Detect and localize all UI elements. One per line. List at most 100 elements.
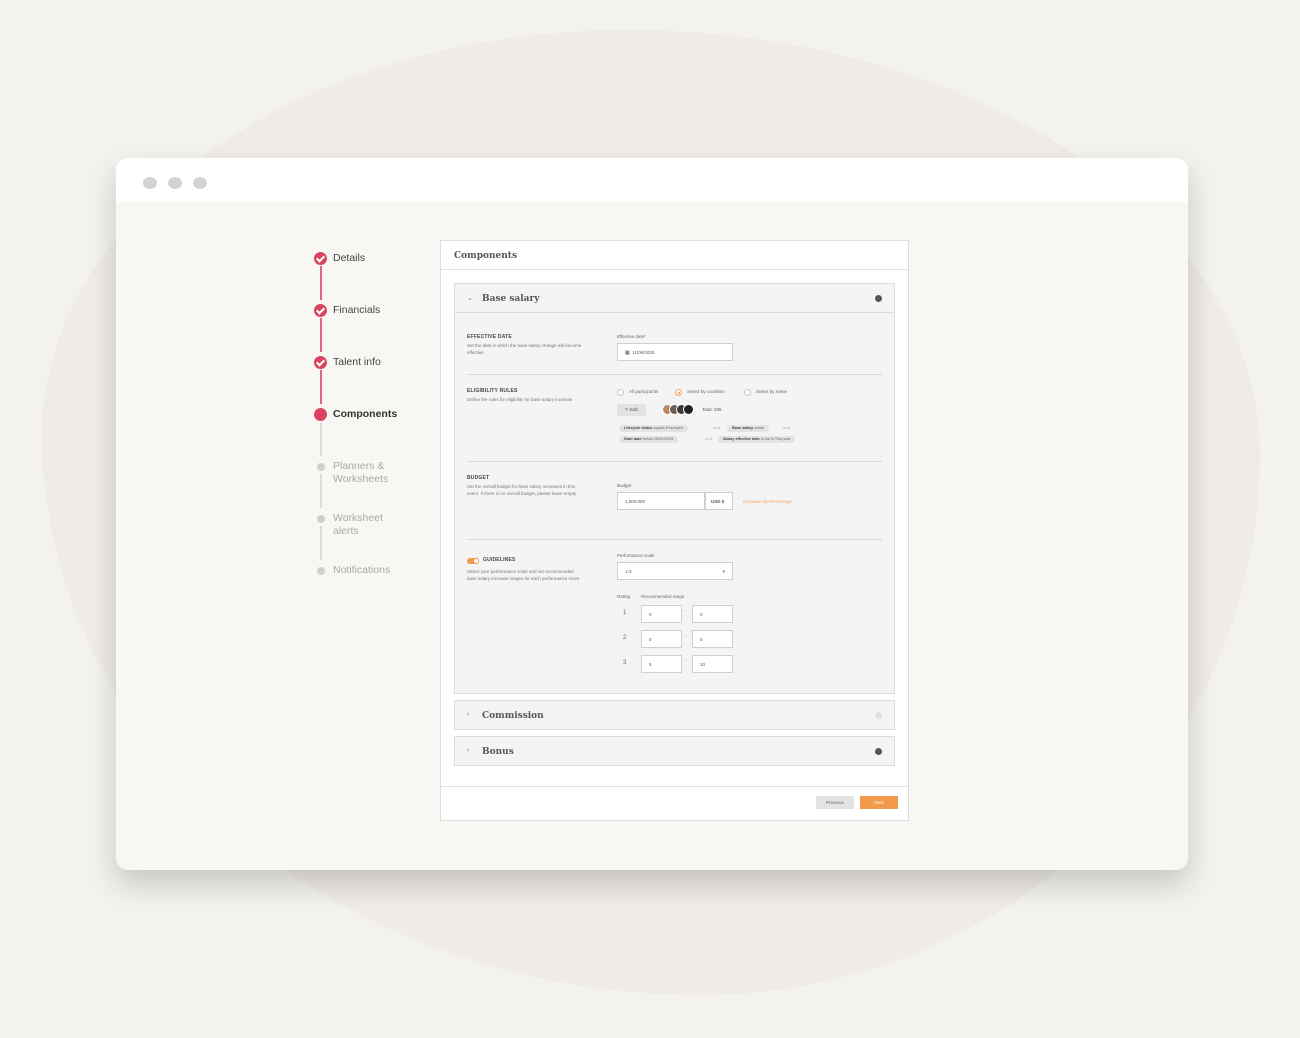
currency-addon: USD $ (705, 492, 733, 510)
edit-rules-button[interactable]: ✎ Edit (617, 404, 646, 416)
row-divider (467, 461, 882, 462)
guidelines-toggle[interactable] (467, 558, 479, 564)
field-label: Performance scale (617, 553, 655, 558)
step-label: Worksheet alerts (333, 512, 383, 537)
step-label: Financials (333, 304, 381, 316)
check-icon (314, 252, 327, 265)
step-label: Details (333, 252, 366, 264)
row-description: Set the overall budget for base salary i… (467, 484, 577, 496)
radio-icon (744, 389, 751, 396)
step-label: Notifications (333, 564, 391, 576)
active-step-icon (314, 408, 327, 421)
condition-chip[interactable]: Start date before 05/01/2025 (619, 436, 679, 443)
base-salary-header[interactable]: ⌄ Base salary (455, 284, 894, 312)
rating-value: 3 (623, 660, 627, 666)
radio-icon (617, 389, 624, 396)
commission-section[interactable]: › Commission (454, 700, 895, 730)
next-button[interactable]: Next (860, 796, 898, 809)
range-dash: - (685, 658, 687, 664)
range-min-input[interactable]: 5 (641, 655, 682, 673)
guidelines-controls: Performance scale 1-3 ▾ Rating Recommend… (617, 553, 887, 677)
calendar-icon: ▦ (625, 350, 630, 356)
pending-step-icon (317, 567, 325, 575)
components-card: Components ⌄ Base salary EFFECTIVE DATE … (440, 240, 909, 821)
step-planners-worksheets[interactable]: Planners & Worksheets (314, 458, 434, 488)
section-title: Bonus (482, 747, 514, 757)
calculate-by-percentage-link[interactable]: Calculate by Percentage (743, 499, 792, 504)
effective-date-input[interactable]: ▦ 11/06/2025 (617, 343, 733, 361)
condition-chip[interactable]: Lifecycle status equals Employed (619, 425, 688, 432)
status-complete-icon (875, 295, 882, 302)
row-description: Select your performance scale and set re… (467, 569, 580, 581)
row-divider (467, 539, 882, 540)
range-max-input[interactable]: 5 (692, 630, 733, 648)
check-icon (314, 356, 327, 369)
range-dash: - (685, 608, 687, 614)
pending-step-icon (317, 463, 325, 471)
rating-column-label: Rating (617, 594, 631, 599)
step-details[interactable]: Details (314, 250, 434, 280)
step-financials[interactable]: Financials (314, 302, 434, 332)
footer-divider (441, 786, 908, 787)
range-column-label: Recommended range (641, 594, 685, 599)
guidelines-row: GUIDELINES Select your performance scale… (467, 553, 882, 677)
base-salary-section: ⌄ Base salary EFFECTIVE DATE Set the dat… (454, 283, 895, 694)
budget-input[interactable]: 1,000,000 (617, 492, 705, 510)
row-description: Set the date in which the base salary ch… (467, 343, 582, 355)
bonus-section[interactable]: › Bonus (454, 736, 895, 766)
effective-date-row: EFFECTIVE DATE Set the date in which the… (467, 334, 882, 370)
and-label: And (705, 437, 712, 441)
range-max-input[interactable]: 0 (692, 605, 733, 623)
edit-users-icon: ✎ (625, 407, 629, 412)
section-title: Base salary (482, 294, 540, 304)
window-dot-icon (168, 177, 182, 189)
rating-value: 1 (623, 610, 627, 616)
range-dash: - (685, 633, 687, 639)
step-components[interactable]: Components (314, 406, 434, 436)
bonus-header[interactable]: › Bonus (455, 737, 894, 765)
step-notifications[interactable]: Notifications (314, 562, 434, 592)
participants-total: Total: 265 (702, 407, 722, 412)
pending-step-icon (317, 515, 325, 523)
step-label: Talent info (333, 356, 381, 368)
browser-window: Details Financials Talent info Component… (116, 158, 1188, 870)
check-icon (314, 304, 327, 317)
status-incomplete-icon (875, 712, 882, 719)
step-label: Planners & Worksheets (333, 460, 389, 485)
chevron-right-icon: › (467, 747, 470, 754)
base-salary-body: EFFECTIVE DATE Set the date in which the… (455, 312, 894, 693)
and-label: And (713, 426, 720, 430)
condition-chip[interactable]: Base salary exists (727, 425, 769, 432)
window-dot-icon (143, 177, 157, 189)
step-worksheet-alerts[interactable]: Worksheet alerts (314, 510, 434, 540)
chevron-down-icon: ⌄ (467, 295, 473, 302)
field-label: Budget (617, 483, 632, 488)
section-title: Commission (482, 711, 544, 721)
eligibility-row: ELIGIBILITY RULES Define the rules for e… (467, 388, 882, 458)
commission-header[interactable]: › Commission (455, 701, 894, 729)
radio-selected-icon (675, 389, 682, 396)
window-dot-icon (193, 177, 207, 189)
eligibility-controls: All participants Select by condition Sel… (617, 388, 887, 458)
card-title: Components (441, 241, 908, 270)
condition-chip[interactable]: Salary effective date is not in This yea… (718, 436, 796, 443)
window-titlebar (116, 158, 1188, 202)
range-min-input[interactable]: 0 (641, 605, 682, 623)
previous-button[interactable]: Previous (816, 796, 854, 809)
range-max-input[interactable]: 10 (692, 655, 733, 673)
field-label: Effective date* (617, 334, 646, 339)
range-min-input[interactable]: 0 (641, 630, 682, 648)
and-label: And (783, 426, 790, 430)
budget-row: BUDGET Set the overall budget for base s… (467, 475, 882, 521)
performance-scale-select[interactable]: 1-3 ▾ (617, 562, 733, 580)
chevron-down-icon: ▾ (722, 569, 725, 575)
row-description: Define the rules for eligibility for bas… (467, 397, 573, 402)
avatar (683, 404, 694, 415)
chevron-right-icon: › (467, 711, 470, 718)
rating-value: 2 (623, 635, 627, 641)
row-divider (467, 374, 882, 375)
budget-controls: Budget 1,000,000 USD $ Calculate by Perc… (617, 475, 887, 510)
effective-date-field: Effective date* ▦ 11/06/2025 (617, 334, 887, 361)
step-talent-info[interactable]: Talent info (314, 354, 434, 384)
step-label: Components (333, 408, 398, 420)
